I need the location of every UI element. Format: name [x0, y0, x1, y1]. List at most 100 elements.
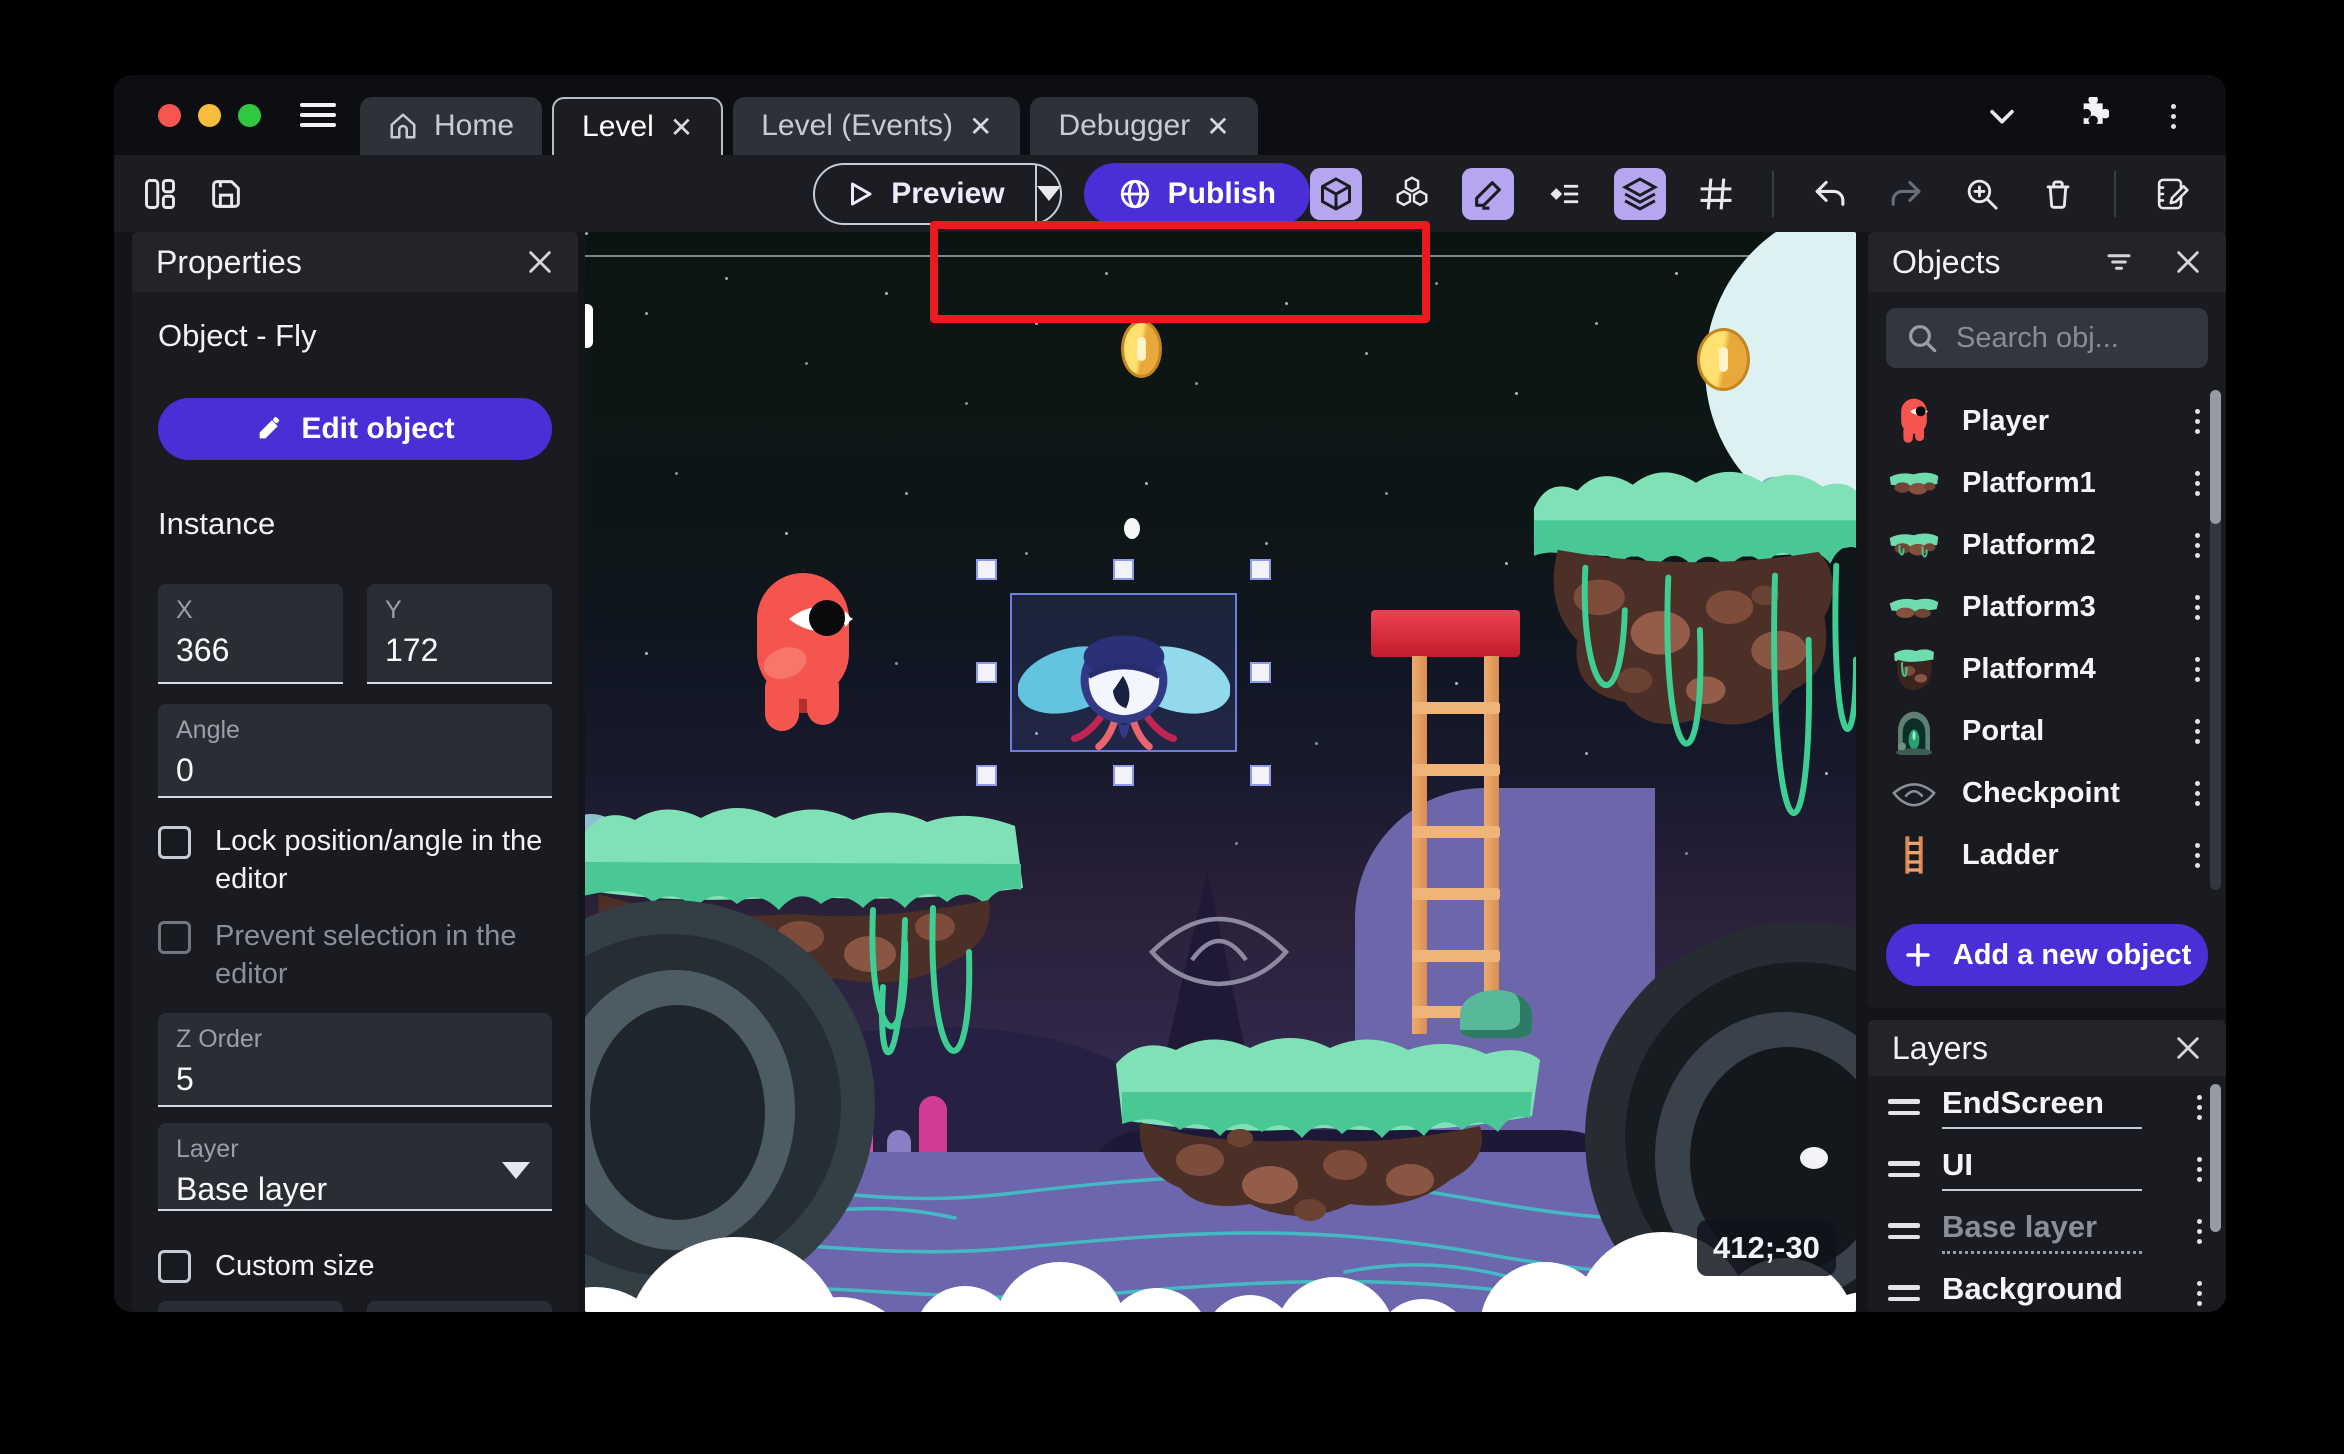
lock-position-checkbox[interactable] — [158, 826, 191, 859]
tab-label: Level — [582, 110, 654, 143]
object-item-platform2[interactable]: Platform2 — [1868, 514, 2226, 576]
object-item-platform1[interactable]: Platform1 — [1868, 452, 2226, 514]
trash-icon — [2046, 180, 2070, 209]
instances-list-button[interactable] — [1538, 168, 1590, 220]
drag-handle-icon[interactable] — [1888, 1285, 1920, 1301]
selection-handle[interactable] — [976, 559, 997, 580]
platform-thumb-icon — [1889, 598, 1939, 618]
delete-button[interactable] — [2032, 168, 2084, 220]
minimize-window-button[interactable] — [198, 104, 221, 127]
instance-selection-box[interactable] — [976, 559, 1271, 786]
edit-tool-button[interactable] — [1462, 167, 1514, 220]
close-tab-icon[interactable]: ✕ — [969, 110, 992, 143]
undo-button[interactable] — [1804, 168, 1856, 220]
layer-select[interactable]: Layer Base layer — [158, 1123, 552, 1212]
object-options-icon[interactable] — [2185, 403, 2210, 440]
preview-button[interactable]: Preview — [815, 165, 1034, 223]
object-options-icon[interactable] — [2185, 465, 2210, 502]
layers-tool-button[interactable] — [1614, 167, 1666, 220]
add-new-object-button[interactable]: Add a new object — [1886, 924, 2208, 986]
close-window-button[interactable] — [158, 104, 181, 127]
drag-handle-icon[interactable] — [1888, 1099, 1920, 1115]
close-panel-icon[interactable] — [2174, 248, 2202, 276]
publish-button[interactable]: Publish — [1083, 162, 1310, 225]
selection-handle[interactable] — [976, 765, 997, 786]
scene-editor-canvas[interactable]: 412;-30 — [585, 232, 1856, 1312]
search-objects-input[interactable] — [1956, 321, 2188, 355]
object-options-icon[interactable] — [2185, 713, 2210, 750]
close-tab-icon[interactable]: ✕ — [670, 111, 693, 144]
coin-sprite[interactable] — [1697, 328, 1750, 391]
layer-options-icon[interactable] — [2187, 1089, 2212, 1126]
zoom-in-button[interactable] — [1956, 168, 2008, 220]
object-options-icon[interactable] — [2185, 527, 2210, 564]
objects-tool-button[interactable] — [1310, 167, 1362, 220]
selection-handle[interactable] — [1113, 765, 1134, 786]
layer-item-background[interactable]: Background — [1868, 1262, 2226, 1312]
object-options-icon[interactable] — [2185, 775, 2210, 812]
z-order-field[interactable]: Z Order 5 — [158, 1013, 552, 1108]
platform-thumb-icon — [1889, 472, 1939, 495]
object-options-icon[interactable] — [2185, 589, 2210, 626]
object-options-icon[interactable] — [2185, 651, 2210, 688]
extensions-puzzle-icon[interactable] — [2071, 97, 2109, 135]
preview-label: Preview — [891, 176, 1005, 210]
layer-item-endscreen[interactable]: EndScreen — [1868, 1076, 2226, 1138]
drag-handle-icon[interactable] — [1888, 1223, 1920, 1239]
layer-item-base-layer[interactable]: Base layer — [1868, 1200, 2226, 1262]
selection-handle[interactable] — [1250, 662, 1271, 683]
titlebar: Home Level ✕ Level (Events) ✕ Debugger ✕ — [114, 75, 2226, 155]
x-field[interactable]: X 366 — [158, 584, 343, 684]
close-tab-icon[interactable]: ✕ — [1206, 110, 1229, 143]
selection-handle[interactable] — [1250, 559, 1271, 580]
object-item-checkpoint[interactable]: Checkpoint — [1868, 762, 2226, 824]
more-options-icon[interactable] — [2161, 98, 2186, 135]
object-item-platform3[interactable]: Platform3 — [1868, 576, 2226, 638]
tab-home[interactable]: Home — [360, 97, 543, 155]
close-panel-icon[interactable] — [526, 248, 554, 276]
object-item-platform4[interactable]: Platform4 — [1868, 638, 2226, 700]
y-field[interactable]: Y 172 — [367, 584, 552, 684]
drag-handle-icon[interactable] — [1888, 1161, 1920, 1177]
platform-sprite[interactable] — [1100, 1020, 1550, 1230]
save-icon[interactable] — [208, 176, 244, 212]
object-options-icon[interactable] — [2185, 837, 2210, 874]
tab-debugger[interactable]: Debugger ✕ — [1030, 97, 1258, 155]
custom-size-checkbox[interactable] — [158, 1249, 191, 1283]
ladder-sprite[interactable] — [1371, 610, 1520, 1034]
layers-scrollbar-thumb[interactable] — [2210, 1084, 2221, 1232]
prevent-selection-checkbox[interactable] — [158, 920, 191, 954]
object-item-portal[interactable]: Portal — [1868, 700, 2226, 762]
objects-scrollbar-thumb[interactable] — [2210, 390, 2221, 524]
preview-options-button[interactable] — [1034, 164, 1060, 223]
object-item-ladder[interactable]: Ladder — [1868, 824, 2226, 886]
main-menu-icon[interactable] — [300, 99, 336, 131]
selection-handle[interactable] — [1250, 765, 1271, 786]
chevron-down-icon[interactable] — [1985, 99, 2019, 133]
layer-options-icon[interactable] — [2187, 1151, 2212, 1188]
angle-field[interactable]: Angle 0 — [158, 704, 552, 798]
scene-properties-button[interactable] — [2146, 168, 2198, 220]
object-groups-button[interactable] — [1386, 168, 1438, 220]
selection-handle[interactable] — [976, 662, 997, 683]
coin-sprite[interactable] — [1121, 320, 1162, 378]
grid-button[interactable] — [1690, 168, 1742, 220]
edit-object-button[interactable]: Edit object — [158, 398, 552, 460]
zoom-window-button[interactable] — [238, 104, 261, 127]
tab-level-events[interactable]: Level (Events) ✕ — [733, 97, 1021, 155]
layer-options-icon[interactable] — [2187, 1275, 2212, 1312]
redo-button[interactable] — [1880, 168, 1932, 220]
layer-options-icon[interactable] — [2187, 1213, 2212, 1250]
tab-level[interactable]: Level ✕ — [552, 97, 724, 155]
close-panel-icon[interactable] — [2174, 1034, 2202, 1062]
selection-handle[interactable] — [1113, 559, 1134, 580]
object-item-player[interactable]: Player — [1868, 390, 2226, 452]
preview-split-button: Preview — [813, 162, 1062, 225]
custom-size-row: Custom size — [158, 1247, 552, 1285]
platform-thumb-icon — [1894, 649, 1934, 691]
filter-icon[interactable] — [2104, 247, 2134, 277]
player-sprite[interactable] — [745, 567, 861, 739]
layer-item-ui[interactable]: UI — [1868, 1138, 2226, 1200]
layers-icon — [1621, 176, 1659, 211]
panels-layout-icon[interactable] — [142, 176, 178, 212]
